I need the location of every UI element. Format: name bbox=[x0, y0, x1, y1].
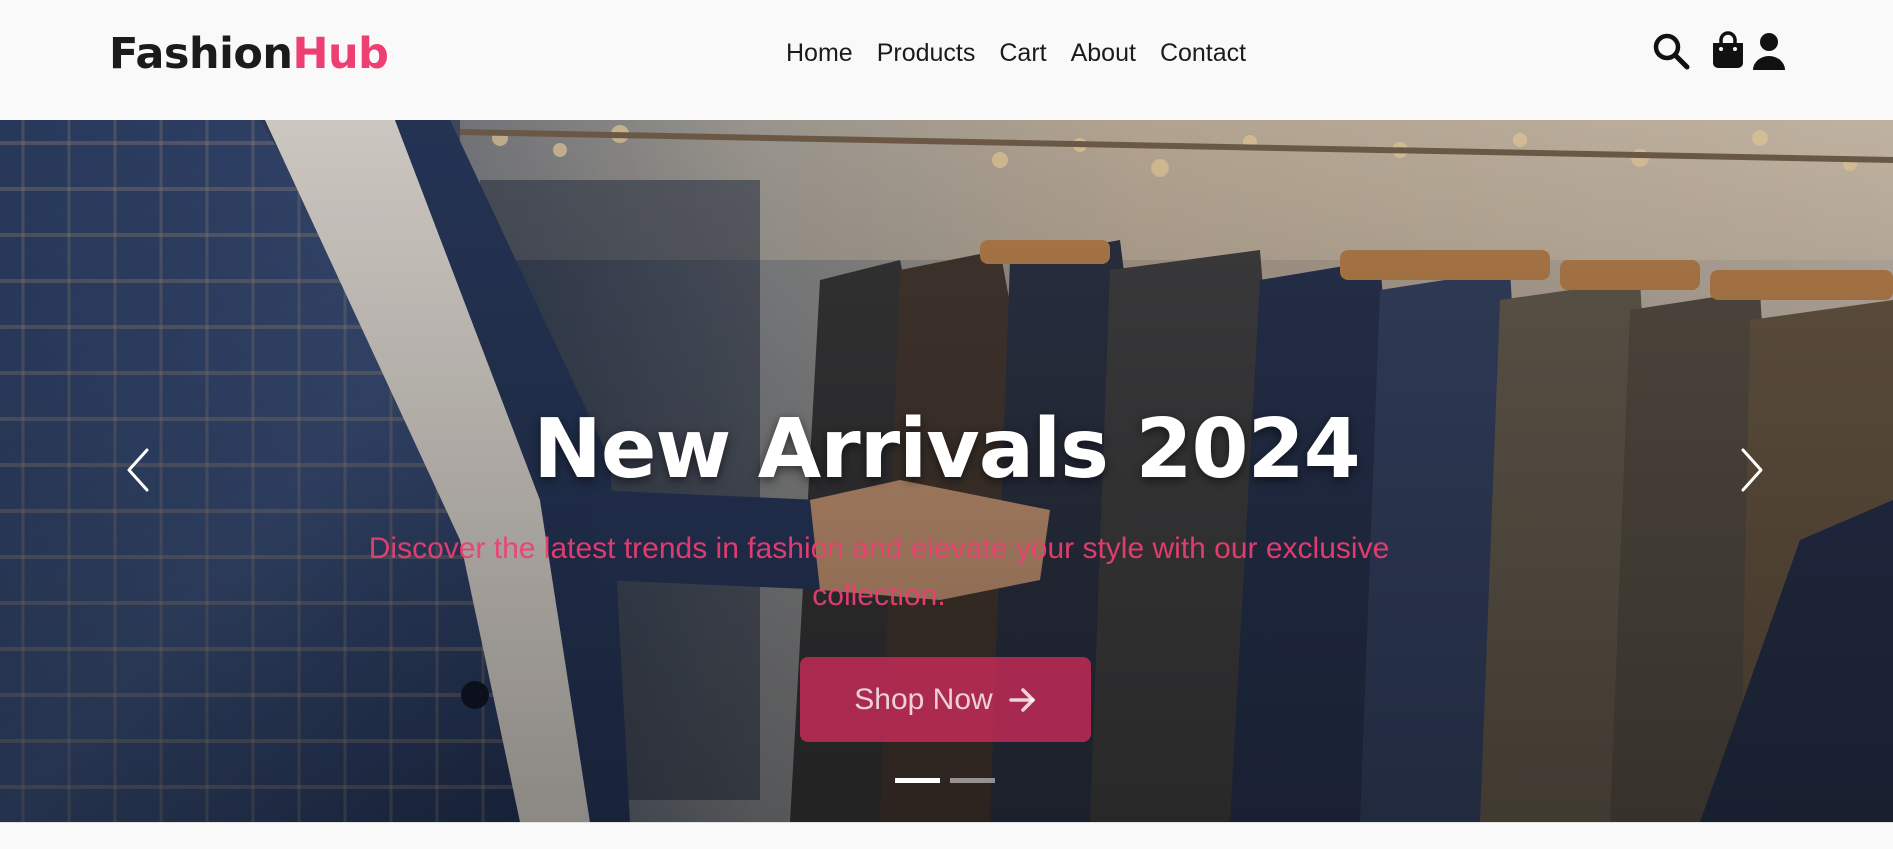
hero-title: New Arrivals 2024 bbox=[533, 402, 1360, 497]
nav-item-contact[interactable]: Contact bbox=[1160, 36, 1246, 70]
user-icon[interactable] bbox=[1748, 30, 1790, 72]
carousel-indicators bbox=[895, 778, 995, 784]
site-header: FashionHub Home Products Cart About Cont… bbox=[0, 0, 1893, 120]
arrow-right-icon bbox=[1008, 687, 1035, 712]
shopping-bag-icon[interactable] bbox=[1707, 30, 1749, 72]
nav-item-cart[interactable]: Cart bbox=[999, 36, 1046, 70]
search-icon[interactable] bbox=[1650, 30, 1692, 72]
nav-item-products[interactable]: Products bbox=[877, 36, 976, 70]
brand-logo[interactable]: FashionHub bbox=[109, 28, 389, 80]
main-nav: Home Products Cart About Contact bbox=[786, 36, 1246, 70]
header-actions bbox=[1650, 30, 1785, 72]
shop-now-label: Shop Now bbox=[854, 682, 993, 716]
hero-carousel: New Arrivals 2024 Discover the latest tr… bbox=[0, 120, 1893, 822]
content-below-hero bbox=[0, 822, 1893, 849]
shop-now-button[interactable]: Shop Now bbox=[800, 657, 1091, 742]
carousel-indicator-1[interactable] bbox=[895, 778, 940, 783]
carousel-indicator-2[interactable] bbox=[950, 778, 995, 783]
nav-item-home[interactable]: Home bbox=[786, 36, 853, 70]
brand-name-part2: Hub bbox=[292, 29, 389, 79]
brand-name-part1: Fashion bbox=[109, 29, 293, 79]
nav-item-about[interactable]: About bbox=[1071, 36, 1136, 70]
hero-subtitle: Discover the latest trends in fashion an… bbox=[368, 532, 1390, 612]
